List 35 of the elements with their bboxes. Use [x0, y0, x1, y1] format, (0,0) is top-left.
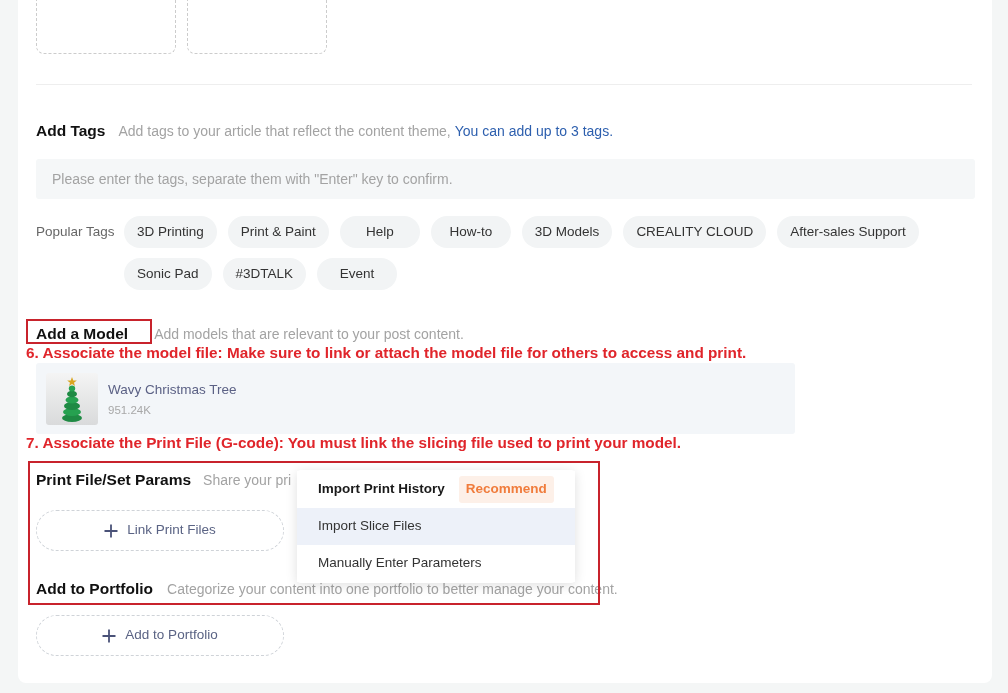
section-title: Add a Model	[36, 324, 129, 344]
tag-chip[interactable]: Print & Paint	[227, 216, 329, 248]
menu-item[interactable]: Import Slice Files	[297, 508, 575, 545]
tag-chip[interactable]: Sonic Pad	[124, 258, 212, 290]
menu-item-label: Import Print History	[318, 480, 445, 499]
section-description: Add tags to your article that reflect the content theme,	[118, 122, 451, 141]
christmas-tree-drawing	[46, 372, 98, 425]
section-title: Add to Portfolio	[36, 579, 154, 599]
recommend-badge: Recommend	[458, 476, 554, 503]
annotation-text: 6. Associate the model file: Make sure to link or attach the model file for others to access and print.	[26, 344, 748, 362]
model-card[interactable]: Wavy Christmas Tree 951.24K	[36, 363, 795, 434]
tag-chip[interactable]: #3DTALK	[222, 258, 307, 290]
section-title: Print File/Set Params	[36, 470, 192, 490]
popular-tags-label: Popular Tags	[36, 223, 116, 241]
tag-chip[interactable]: How-to	[430, 216, 511, 248]
tag-chip[interactable]: After-sales Support	[777, 216, 919, 248]
section-description: Add models that are relevant to your post content.	[154, 325, 464, 344]
model-size: 951.24K	[108, 402, 152, 418]
tag-chip[interactable]: 3D Models	[521, 216, 613, 248]
menu-item[interactable]: Manually Enter Parameters	[297, 545, 575, 582]
model-name: Wavy Christmas Tree	[108, 380, 237, 399]
tag-chip[interactable]: Help	[339, 216, 420, 248]
section-description: Share your pri	[203, 471, 291, 490]
tag-chip[interactable]: Event	[317, 258, 398, 290]
tags-input[interactable]: Please enter the tags, separate them with "Enter" key to confirm.	[36, 159, 975, 199]
section-title: Add Tags	[36, 121, 106, 141]
annotation-text: 7. Associate the Print File (G-code): You must link the slicing file used to print your model.	[26, 434, 683, 452]
menu-item[interactable]: Import Print History Recommend	[297, 471, 575, 508]
upload-dropzone[interactable]	[36, 0, 176, 54]
tag-limit-link[interactable]: You can add up to 3 tags.	[454, 120, 614, 142]
plus-icon	[102, 628, 117, 643]
upload-dropzone[interactable]	[187, 0, 327, 54]
tag-chip[interactable]: CREALITY CLOUD	[623, 216, 767, 248]
plus-icon	[104, 523, 119, 538]
tag-chip[interactable]: 3D Printing	[124, 216, 217, 248]
